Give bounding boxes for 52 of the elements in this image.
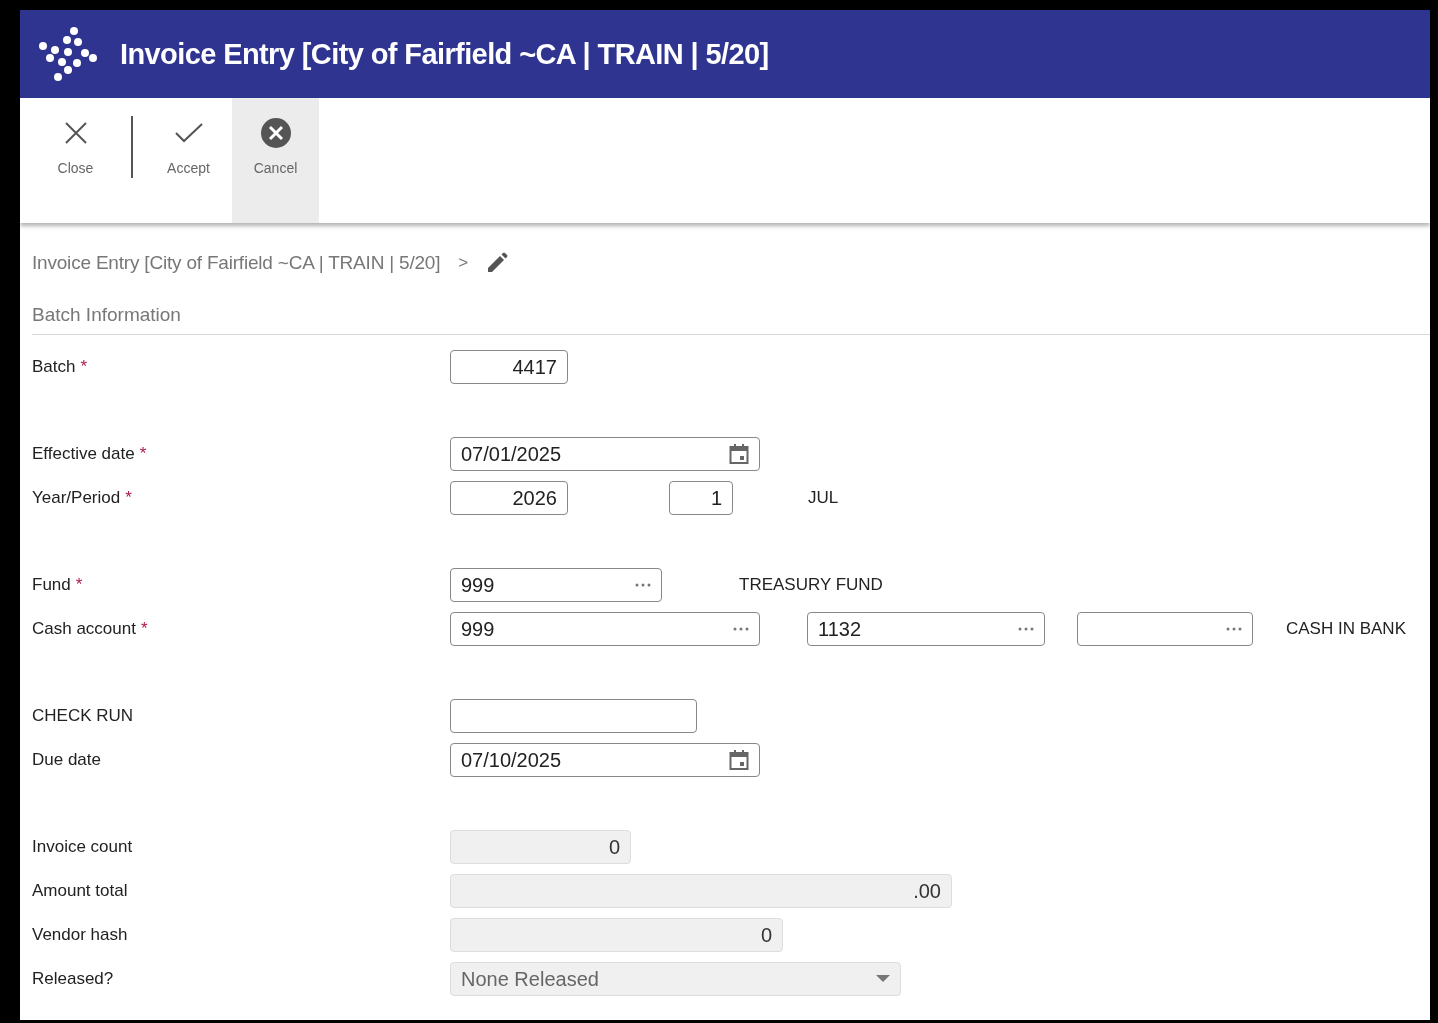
required-mark: * — [80, 357, 88, 377]
text-field[interactable] — [450, 699, 697, 733]
date-field[interactable]: 07/01/2025 — [450, 437, 760, 471]
date-field[interactable]: 07/10/2025 — [450, 743, 760, 777]
required-mark: * — [140, 619, 148, 639]
more-icon[interactable] — [1018, 627, 1034, 631]
required-mark: * — [125, 488, 132, 508]
field-description: JUL — [808, 488, 839, 508]
toolbar-button[interactable]: Cancel — [232, 98, 319, 223]
field-label: Invoice count — [32, 837, 133, 857]
lookup-field[interactable]: 1132 — [807, 612, 1045, 646]
required-mark: * — [75, 575, 83, 595]
field-description: TREASURY FUND — [739, 575, 883, 595]
more-icon[interactable] — [733, 627, 749, 631]
toolbar-button[interactable]: Close — [32, 98, 119, 223]
close-icon — [62, 120, 89, 146]
section-title: Batch Information — [32, 304, 181, 326]
field-label: Vendor hash — [32, 925, 128, 945]
more-icon[interactable] — [1226, 627, 1242, 631]
required-mark: * — [139, 444, 147, 464]
field-description: CASH IN BANK — [1286, 619, 1406, 639]
toolbar-button[interactable]: Accept — [145, 98, 232, 223]
field-label: Due date — [32, 750, 101, 770]
checkmark-icon — [173, 122, 204, 144]
field-label: CHECK RUN — [32, 706, 134, 726]
window-title: Invoice Entry [City of Fairfield ~CA | TRAIN | 5/20] — [120, 37, 769, 71]
readonly-field: 0 — [450, 830, 631, 864]
number-field[interactable]: 4417 — [450, 350, 568, 384]
dropdown-field[interactable]: None Released — [450, 962, 901, 996]
field-label: Cash account — [32, 619, 136, 639]
field-label: Released? — [32, 969, 114, 989]
more-icon[interactable] — [635, 583, 651, 587]
field-label: Year/Period — [32, 488, 121, 508]
field-label: Amount total — [32, 881, 128, 901]
breadcrumb[interactable]: Invoice Entry [City of Fairfield ~CA | TRAIN | 5/20] — [32, 252, 441, 274]
readonly-field: .00 — [450, 874, 952, 908]
pencil-icon[interactable] — [486, 252, 509, 274]
field-label: Fund — [32, 575, 71, 595]
number-field[interactable]: 2026 — [450, 481, 568, 515]
calendar-icon[interactable] — [729, 443, 749, 465]
lookup-field[interactable]: 999 — [450, 568, 662, 602]
readonly-field: 0 — [450, 918, 783, 952]
field-label: Effective date — [32, 444, 135, 464]
logo-icon — [38, 26, 98, 82]
caret-icon — [876, 975, 890, 983]
number-field[interactable]: 1 — [669, 481, 733, 515]
lookup-field[interactable]: 999 — [450, 612, 760, 646]
lookup-field[interactable] — [1077, 612, 1253, 646]
calendar-icon[interactable] — [729, 749, 749, 771]
breadcrumb-separator: > — [458, 253, 469, 273]
cancel-icon — [259, 117, 292, 149]
field-label: Batch — [32, 357, 76, 377]
